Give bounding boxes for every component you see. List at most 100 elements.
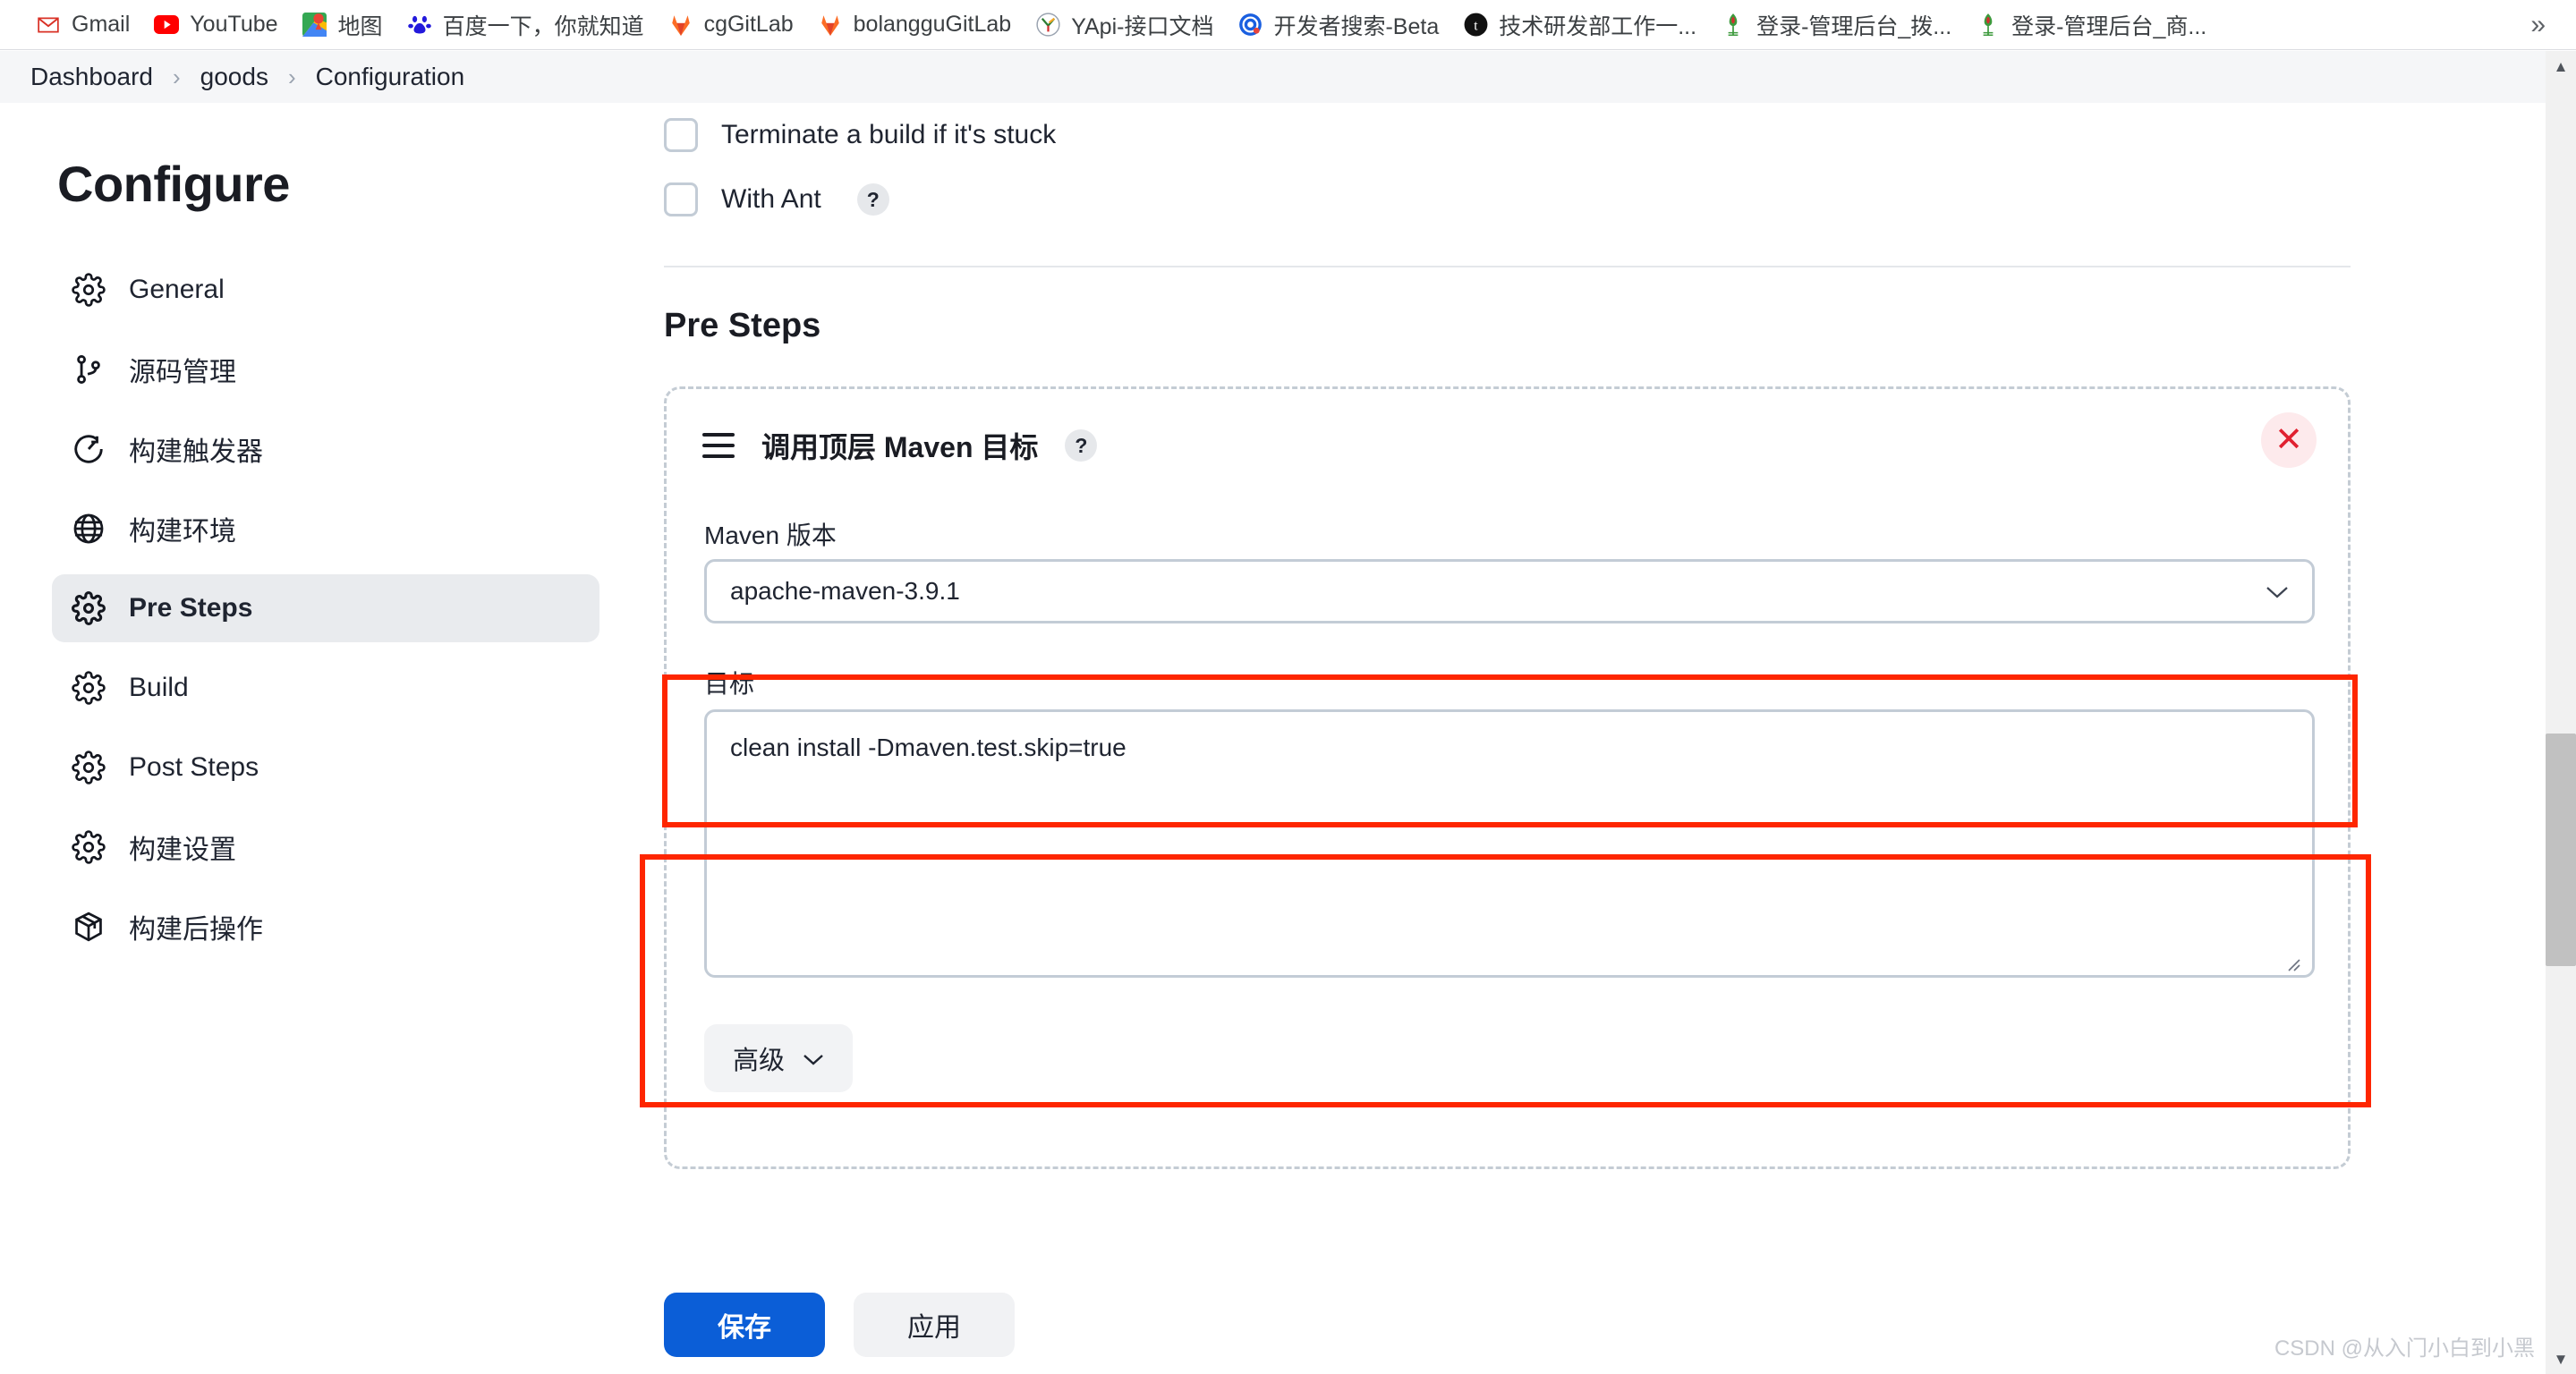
sidebar-item-pre-steps[interactable]: Pre Steps <box>52 574 599 642</box>
gmail-icon <box>35 12 62 38</box>
clock-icon <box>72 432 106 466</box>
admin-icon <box>1975 12 2002 38</box>
yapi-icon <box>1034 12 1061 38</box>
sidebar-item-post-steps[interactable]: Post Steps <box>52 734 599 802</box>
bookmark-label: 技术研发部工作一... <box>1499 13 1697 39</box>
checkbox-label: Terminate a build if it's stuck <box>721 120 1057 149</box>
admin-icon <box>1720 12 1747 38</box>
bookmark-label: 登录-管理后台_商... <box>2011 13 2207 39</box>
sidebar-item-label: 构建后操作 <box>129 915 263 945</box>
checkbox-label: With Ant <box>721 184 821 214</box>
breadcrumb-item-dashboard[interactable]: Dashboard <box>30 63 153 91</box>
bookmark-maps[interactable]: 地图 <box>290 4 395 46</box>
bookmark-label: YouTube <box>190 12 278 37</box>
scroll-up-arrow-icon[interactable]: ▲ <box>2546 51 2576 81</box>
breadcrumb-separator: › <box>172 63 181 90</box>
gitlab-icon <box>817 12 844 38</box>
page-title: Configure <box>57 156 290 212</box>
maven-version-label: Maven 版本 <box>704 522 837 549</box>
section-title-pre-steps: Pre Steps <box>664 307 821 344</box>
bookmark-cggitlab[interactable]: cgGitLab <box>656 7 805 43</box>
page-scrollbar[interactable]: ▲ ▼ <box>2546 51 2576 1374</box>
bookmark-label: YApi-接口文档 <box>1071 13 1214 39</box>
sidebar-item-build[interactable]: Build <box>52 654 599 722</box>
with-ant-checkbox[interactable] <box>664 182 698 216</box>
bookmark-admin-1[interactable]: 登录-管理后台_拨... <box>1708 4 1963 46</box>
advanced-toggle-button[interactable]: 高级 <box>704 1024 854 1092</box>
bookmark-overflow-button[interactable]: » <box>2530 11 2546 38</box>
svg-text:t: t <box>1474 19 1478 34</box>
drag-handle-icon[interactable] <box>702 433 735 458</box>
sidebar-item-build-environment[interactable]: 构建环境 <box>52 495 599 563</box>
breadcrumb-separator: › <box>287 63 296 90</box>
bookmark-label: cgGitLab <box>703 12 794 37</box>
youtube-icon <box>153 12 180 38</box>
apply-button[interactable]: 应用 <box>854 1292 1015 1357</box>
sidebar-item-source-control[interactable]: 源码管理 <box>52 335 599 403</box>
advanced-label: 高级 <box>733 1047 786 1075</box>
configure-sidebar: Configure General 源码管理 构建触发器 构建环境 Pre St… <box>0 103 626 1374</box>
gitlab-icon <box>667 12 694 38</box>
sidebar-item-label: 构建触发器 <box>129 437 263 467</box>
gear-icon <box>72 751 106 785</box>
bookmark-label: 百度一下，你就知道 <box>442 13 644 39</box>
scroll-down-arrow-icon[interactable]: ▼ <box>2546 1344 2576 1374</box>
bookmark-yapi[interactable]: YApi-接口文档 <box>1023 4 1225 46</box>
gear-icon <box>72 830 106 864</box>
sidebar-item-label: 源码管理 <box>129 358 236 387</box>
gear-icon <box>72 591 106 625</box>
sidebar-item-label: Build <box>129 673 189 702</box>
bookmark-label: 登录-管理后台_拨... <box>1756 13 1952 39</box>
scrollbar-thumb[interactable] <box>2546 734 2576 966</box>
help-icon[interactable]: ? <box>856 183 889 216</box>
sidebar-item-post-build-actions[interactable]: 构建后操作 <box>52 893 599 961</box>
bookmark-devsearch[interactable]: 开发者搜索-Beta <box>1225 4 1450 46</box>
step-panel-header: 调用顶层 Maven 目标 ? <box>667 389 2348 466</box>
configuration-content: Terminate a build if it's stuck With Ant… <box>626 103 2546 1374</box>
checkbox-row-with-ant[interactable]: With Ant ? <box>664 167 2492 232</box>
baidu-icon <box>406 12 433 38</box>
sidebar-item-build-settings[interactable]: 构建设置 <box>52 813 599 881</box>
help-icon[interactable]: ? <box>1065 429 1098 462</box>
close-icon[interactable]: ✕ <box>2261 412 2317 468</box>
teambition-icon: t <box>1462 12 1489 38</box>
sidebar-item-label: General <box>129 275 225 304</box>
sidebar-item-label: Post Steps <box>129 752 259 782</box>
gear-icon <box>72 273 106 307</box>
sidebar-item-general[interactable]: General <box>52 256 599 324</box>
bookmark-teambition[interactable]: t 技术研发部工作一... <box>1450 4 1708 46</box>
bookmark-baidu[interactable]: 百度一下，你就知道 <box>395 4 656 46</box>
breadcrumb-item-goods[interactable]: goods <box>200 63 268 91</box>
goals-label: 目标 <box>704 670 755 698</box>
branch-icon <box>72 352 106 386</box>
bookmark-gmail[interactable]: Gmail <box>23 7 141 43</box>
bookmark-youtube[interactable]: YouTube <box>141 7 289 43</box>
step-panel-title: 调用顶层 Maven 目标 <box>761 431 1039 463</box>
section-divider <box>664 266 2351 267</box>
form-action-bar: 保存 应用 <box>0 1275 2546 1374</box>
globe-icon <box>72 512 106 546</box>
bookmark-label: 地图 <box>337 13 383 39</box>
maven-version-value: apache-maven-3.9.1 <box>730 577 960 605</box>
sidebar-item-build-triggers[interactable]: 构建触发器 <box>52 415 599 483</box>
google-maps-icon <box>302 12 328 38</box>
goals-textarea[interactable] <box>704 709 2315 978</box>
chevron-down-icon <box>803 1044 824 1073</box>
maven-version-select[interactable]: apache-maven-3.9.1 <box>704 559 2315 623</box>
breadcrumb: Dashboard › goods › Configuration <box>0 51 2546 103</box>
bookmark-label: 开发者搜索-Beta <box>1273 13 1440 39</box>
bookmark-admin-2[interactable]: 登录-管理后台_商... <box>1963 4 2218 46</box>
bookmark-bolanggugitlab[interactable]: bolangguGitLab <box>805 7 1024 43</box>
package-icon <box>72 910 106 944</box>
checkbox-row-terminate-stuck-build[interactable]: Terminate a build if it's stuck <box>664 103 2492 167</box>
watermark: CSDN @从入门小白到小黑 <box>2274 1336 2535 1361</box>
sidebar-item-label: 构建环境 <box>129 517 236 547</box>
chevron-down-icon <box>2266 578 2289 606</box>
bookmark-label: bolangguGitLab <box>853 12 1012 37</box>
terminate-stuck-build-checkbox[interactable] <box>664 118 698 152</box>
gear-icon <box>72 671 106 705</box>
sidebar-item-label: Pre Steps <box>129 593 253 623</box>
breadcrumb-item-configuration[interactable]: Configuration <box>316 63 465 91</box>
browser-bookmark-bar: Gmail YouTube 地图 百度一下，你就知道 cgGitLab bola… <box>0 0 2576 50</box>
save-button[interactable]: 保存 <box>664 1292 825 1357</box>
